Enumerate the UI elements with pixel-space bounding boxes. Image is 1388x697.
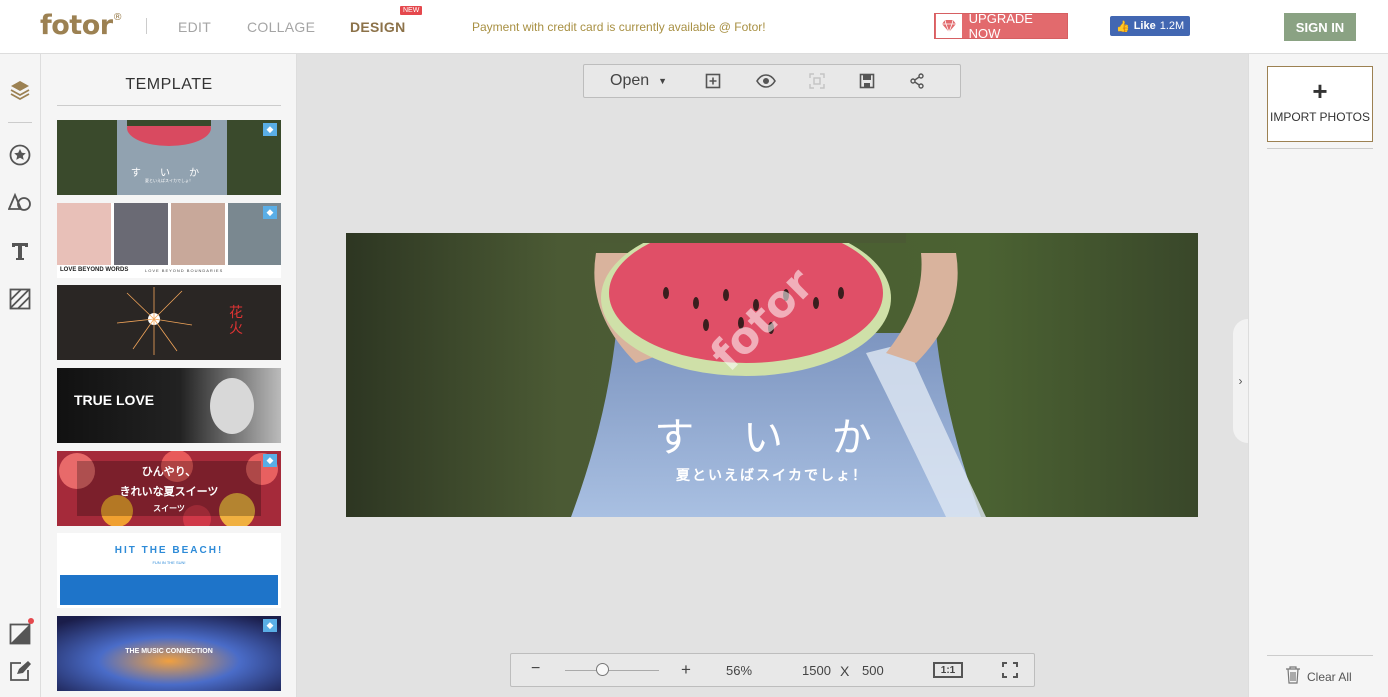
fullscreen-icon[interactable]	[1002, 662, 1018, 681]
zoom-out-button[interactable]: −	[531, 660, 540, 678]
open-label: Open	[610, 72, 650, 89]
facebook-like-button[interactable]: 👍 Like 1.2M	[1110, 16, 1191, 36]
sticker-icon[interactable]	[8, 143, 32, 167]
divider	[57, 105, 281, 106]
zoom-in-button[interactable]: +	[681, 660, 691, 680]
new-badge: NEW	[400, 6, 423, 15]
promo-text[interactable]: Payment with credit card is currently av…	[472, 20, 766, 34]
template-text: HIT THE BEACH!	[114, 545, 224, 556]
template-item-true-love[interactable]: TRUE LOVE	[57, 368, 281, 443]
diamond-icon	[936, 14, 962, 38]
nav-design[interactable]: DESIGN	[350, 19, 405, 35]
premium-diamond-icon: ◆	[263, 454, 277, 467]
preview-eye-icon[interactable]	[754, 70, 778, 92]
tool-sidebar	[0, 54, 41, 697]
fit-screen-icon[interactable]	[806, 70, 828, 92]
upgrade-button[interactable]: UPGRADE NOW	[934, 11, 1068, 41]
sign-in-button[interactable]: SIGN IN	[1284, 13, 1356, 41]
caret-down-icon: ▼	[658, 76, 668, 86]
template-title: TEMPLATE	[125, 76, 213, 93]
divider	[1267, 655, 1373, 656]
collapse-panel-toggle[interactable]: ›	[1233, 319, 1248, 443]
share-icon[interactable]	[906, 70, 928, 92]
import-photos-button[interactable]: + IMPORT PHOTOS	[1267, 66, 1373, 142]
canvas-subtitle-text[interactable]: 夏といえばスイカでしょ！	[346, 465, 1198, 485]
add-page-icon[interactable]	[702, 70, 724, 92]
template-item-music-connection[interactable]: THE MUSIC CONNECTION ◆	[57, 616, 281, 691]
canvas-title-text[interactable]: す い か	[346, 405, 1198, 463]
open-dropdown[interactable]: Open ▼	[610, 70, 667, 92]
divider	[1267, 148, 1373, 149]
template-subtext: きれいな夏スイーツ	[119, 485, 219, 498]
nav-edit[interactable]: EDIT	[178, 19, 211, 35]
template-subtext: 夏といえばスイカでしょ！	[145, 178, 193, 183]
template-item-watermelon[interactable]: す い か 夏といえばスイカでしょ！ ◆	[57, 120, 281, 195]
design-canvas[interactable]: fotor す い か 夏といえばスイカでしょ！	[346, 233, 1198, 517]
photos-panel: + IMPORT PHOTOS Clear All	[1248, 54, 1388, 697]
template-text: THE MUSIC CONNECTION	[125, 648, 213, 655]
template-subtext-2: スイーツ	[153, 504, 185, 513]
template-text: す い か	[130, 168, 208, 179]
fb-like-label: Like	[1133, 20, 1156, 32]
trash-icon	[1285, 666, 1301, 687]
fb-like-count: 1.2M	[1159, 20, 1185, 32]
premium-diamond-icon: ◆	[263, 123, 277, 136]
shapes-icon[interactable]	[8, 191, 32, 215]
thumbs-up-icon: 👍	[1116, 20, 1130, 33]
background-icon[interactable]	[8, 618, 34, 646]
nav-collage[interactable]: COLLAGE	[247, 19, 315, 35]
import-photos-label: IMPORT PHOTOS	[1269, 110, 1371, 124]
plus-icon: +	[1312, 76, 1328, 106]
divider	[146, 18, 147, 34]
template-thumbnail	[57, 285, 281, 360]
template-subtext: FUN IN THE SUN!	[152, 560, 186, 565]
divider	[8, 122, 32, 123]
template-subtext: LOVE BEYOND BOUNDARIES	[145, 268, 224, 273]
layers-icon[interactable]	[8, 78, 32, 102]
actual-size-button[interactable]: 1:1	[933, 662, 963, 678]
template-item-sparkler[interactable]: 花火	[57, 285, 281, 360]
premium-diamond-icon: ◆	[263, 206, 277, 219]
zoom-slider-knob[interactable]	[596, 663, 610, 676]
top-bar: fotor® EDIT COLLAGE DESIGN NEW Payment w…	[0, 0, 1388, 54]
clear-all-label: Clear All	[1307, 669, 1352, 684]
text-icon[interactable]	[8, 239, 32, 263]
template-panel: TEMPLATE す い か 夏といえばスイカでしょ！ ◆ LOVE BEYON…	[41, 54, 297, 697]
pattern-icon[interactable]	[8, 287, 32, 311]
notification-dot	[28, 618, 34, 624]
template-item-love-beyond-words[interactable]: LOVE BEYOND WORDS LOVE BEYOND BOUNDARIES…	[57, 203, 281, 278]
save-icon[interactable]	[856, 70, 878, 92]
zoom-percent: 56%	[726, 663, 753, 678]
fotor-logo[interactable]: fotor®	[40, 10, 123, 41]
canvas-area: Open ▼ fotor す い か 夏といえばスイカでしょ！ › − + 56…	[297, 54, 1248, 697]
canvas-width[interactable]: 1500	[802, 663, 831, 678]
template-item-hit-the-beach[interactable]: HIT THE BEACH! FUN IN THE SUN!	[57, 533, 281, 608]
zoom-bar: − + 56% 1500 X 500 1:1	[510, 653, 1035, 687]
chevron-right-icon: ›	[1238, 374, 1243, 388]
dimension-separator: X	[840, 663, 850, 679]
edit-icon[interactable]	[8, 659, 32, 683]
template-text: 花火	[229, 305, 243, 337]
premium-diamond-icon: ◆	[263, 619, 277, 632]
canvas-height[interactable]: 500	[862, 663, 884, 678]
canvas-toolbar: Open ▼	[583, 64, 961, 98]
upgrade-label: UPGRADE NOW	[968, 11, 1033, 41]
template-text: ひんやり、	[141, 465, 197, 478]
template-text: TRUE LOVE	[74, 392, 155, 408]
template-item-summer-sweets[interactable]: ひんやり、 きれいな夏スイーツ スイーツ ◆	[57, 451, 281, 526]
zoom-slider-track[interactable]	[565, 670, 659, 671]
clear-all-button[interactable]: Clear All	[1285, 666, 1352, 687]
template-text: LOVE BEYOND WORDS	[60, 267, 129, 273]
